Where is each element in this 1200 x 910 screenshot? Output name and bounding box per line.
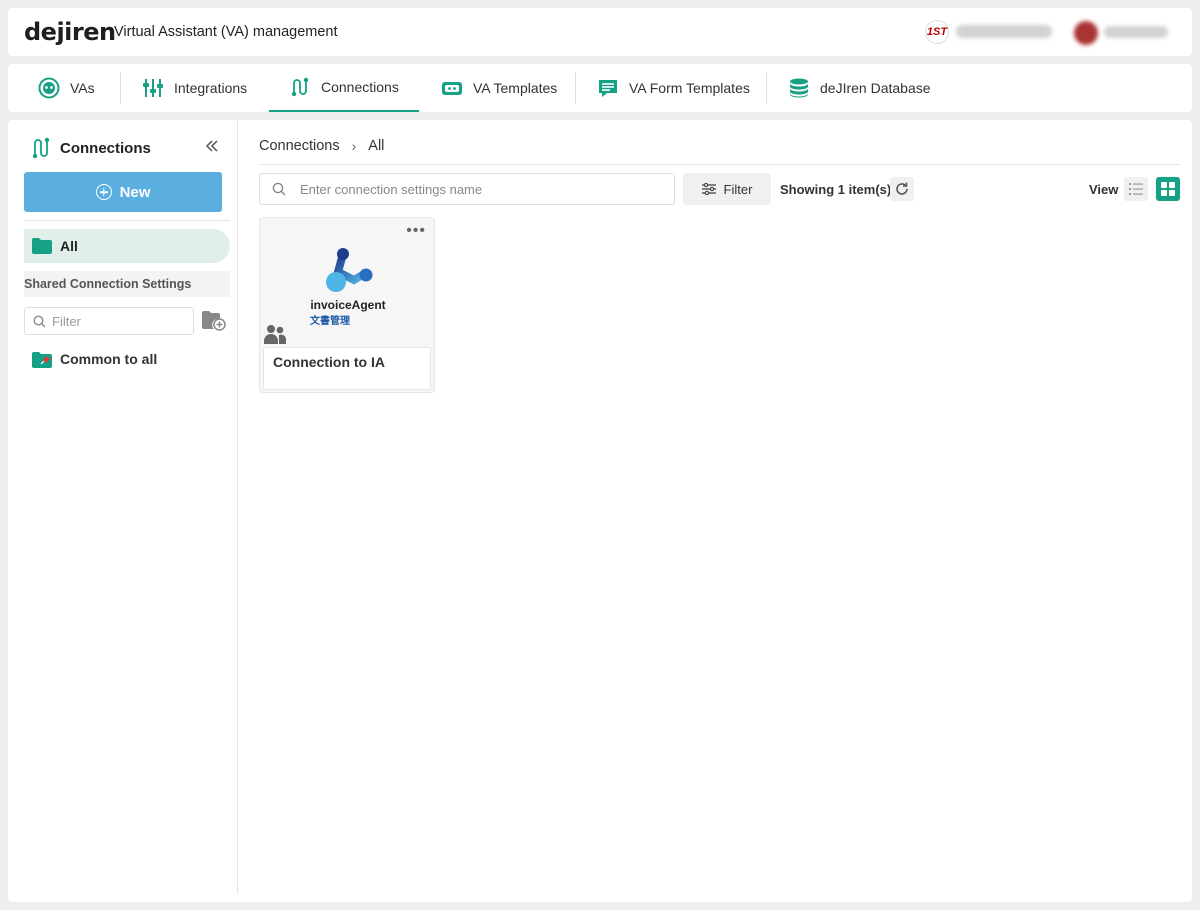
new-button-label: New <box>119 183 151 201</box>
va-template-icon <box>441 77 463 99</box>
breadcrumb-connections[interactable]: Connections <box>259 138 340 154</box>
sliders-icon <box>701 183 716 195</box>
breadcrumb-all: All <box>368 138 385 154</box>
tab-integrations[interactable]: Integrations <box>142 64 247 112</box>
tab-label: VAs <box>70 80 95 96</box>
list-view-button[interactable] <box>1124 177 1148 201</box>
sidebar-filter-field[interactable] <box>24 307 194 335</box>
sidebar-item-label: All <box>60 238 78 254</box>
dejiren-logo[interactable]: dejiren <box>24 18 116 46</box>
view-label: View <box>1089 182 1119 197</box>
plus-circle-icon <box>95 184 112 200</box>
user-name-redacted[interactable] <box>1104 26 1168 38</box>
sidebar-filter-input[interactable] <box>52 313 182 329</box>
connection-card[interactable]: ••• invoiceAgent 文書管理 Connection to IA <box>259 217 435 393</box>
card-brand-name: invoiceAgent <box>310 298 386 312</box>
new-connection-button[interactable]: New <box>24 172 222 212</box>
section-title-shared: Shared Connection Settings <box>24 271 230 297</box>
main-panel: Connections New All Shared Connection Se… <box>8 120 1192 902</box>
sidebar-title: Connections <box>60 140 151 157</box>
connections-sidebar: Connections New All Shared Connection Se… <box>8 120 238 894</box>
breadcrumb-separator-icon: › <box>351 138 357 154</box>
tab-label: Connections <box>321 79 399 95</box>
tab-dejiren-database[interactable]: deJIren Database <box>788 64 931 112</box>
connections-icon <box>289 76 311 98</box>
filter-button-label: Filter <box>723 181 753 197</box>
search-icon <box>272 182 286 196</box>
tab-va-form-templates[interactable]: VA Form Templates <box>597 64 750 112</box>
database-icon <box>788 77 810 99</box>
search-icon <box>33 314 46 327</box>
tab-connections[interactable]: Connections <box>269 64 419 112</box>
refresh-icon <box>896 182 908 195</box>
shared-folder-pin-icon <box>32 352 52 368</box>
avatar[interactable] <box>1074 21 1098 45</box>
connections-content: Connections › All Filter Showing 1 item(… <box>259 120 1180 894</box>
tab-vas[interactable]: VAs <box>38 64 95 112</box>
main-tabs: VAs Integrations Connections VA Template… <box>8 64 1192 112</box>
folder-icon <box>32 238 52 254</box>
divider <box>259 164 1180 165</box>
tab-label: VA Form Templates <box>629 80 750 96</box>
tab-label: Integrations <box>174 80 248 96</box>
grid-icon <box>1161 182 1175 196</box>
breadcrumb: Connections › All <box>259 138 384 154</box>
search-input[interactable] <box>300 181 660 197</box>
filter-button[interactable]: Filter <box>683 173 771 205</box>
list-icon <box>1129 183 1143 195</box>
connections-icon <box>30 136 52 165</box>
divider <box>24 220 230 221</box>
invoiceagent-logo-icon <box>326 248 373 292</box>
tab-label: deJIren Database <box>820 80 931 96</box>
tab-divider <box>575 72 576 104</box>
add-folder-icon <box>202 311 226 331</box>
collapse-sidebar-button[interactable] <box>204 138 220 154</box>
tab-divider <box>120 72 121 104</box>
search-field[interactable] <box>259 173 675 205</box>
tab-va-templates[interactable]: VA Templates <box>441 64 557 112</box>
va-face-icon <box>38 77 60 99</box>
tab-label: VA Templates <box>473 80 558 96</box>
sidebar-item-label: Common to all <box>60 351 158 367</box>
org-name-redacted[interactable] <box>956 25 1052 38</box>
org-badge[interactable]: 1ST <box>925 20 949 44</box>
app-header: dejiren Virtual Assistant (VA) managemen… <box>8 8 1192 56</box>
sidebar-item-all[interactable]: All <box>24 229 230 263</box>
shared-users-icon <box>264 325 286 344</box>
item-count-text: Showing 1 item(s) <box>780 182 892 197</box>
integrations-icon <box>142 77 164 99</box>
form-template-icon <box>597 77 619 99</box>
more-options-icon[interactable]: ••• <box>406 223 426 239</box>
double-chevron-left-icon <box>205 140 218 152</box>
app-title: Virtual Assistant (VA) management <box>114 24 338 40</box>
tab-divider <box>766 72 767 104</box>
grid-view-button[interactable] <box>1156 177 1180 201</box>
refresh-button[interactable] <box>890 177 914 201</box>
add-folder-button[interactable] <box>202 311 226 331</box>
card-brand-subtitle: 文書管理 <box>310 316 350 327</box>
card-connection-name: Connection to IA <box>263 347 431 390</box>
sidebar-item-common-to-all[interactable]: Common to all <box>32 348 157 370</box>
